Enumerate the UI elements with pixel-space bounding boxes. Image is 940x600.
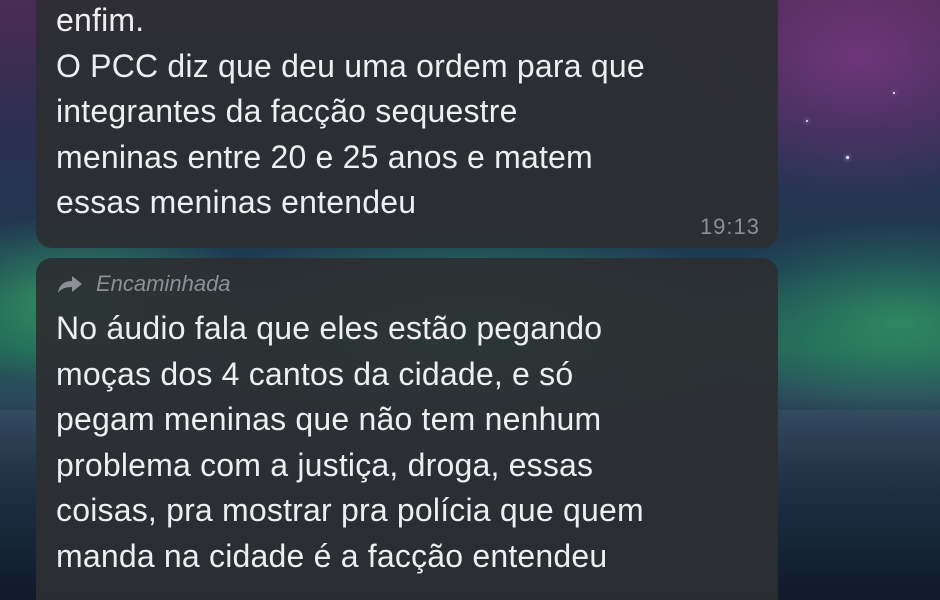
- message-line: O PCC diz que deu uma ordem para que: [56, 47, 645, 84]
- message-timestamp: 19:13: [699, 214, 760, 239]
- message-line: essas meninas entendeu: [56, 184, 417, 220]
- wallpaper-star: [806, 120, 808, 122]
- message-line: coisas, pra mostrar pra polícia que quem: [56, 492, 644, 528]
- message-bubble-incoming-forwarded[interactable]: Encaminhada No áudio fala que eles estão…: [36, 258, 778, 600]
- wallpaper-star: [846, 156, 849, 159]
- message-line: meninas entre 20 e 25 anos e matem: [56, 138, 593, 175]
- message-line: problema com a justiça, droga, essas: [56, 446, 594, 483]
- forwarded-header: Encaminhada: [56, 268, 756, 300]
- forward-arrow-icon: [56, 274, 84, 294]
- message-bubble-incoming[interactable]: enfim. O PCC diz que deu uma ordem para …: [36, 0, 778, 248]
- message-line: enfim.: [56, 2, 145, 38]
- message-line: moças dos 4 cantos da cidade, e só: [56, 355, 574, 392]
- message-line: integrantes da facção sequestre: [56, 93, 518, 129]
- forwarded-label: Encaminhada: [96, 271, 231, 296]
- message-line: pegam meninas que não tem nenhum: [56, 401, 602, 437]
- wallpaper-star: [893, 92, 895, 94]
- message-line: No áudio fala que eles estão pegando: [56, 310, 603, 346]
- message-text: enfim. O PCC diz que deu uma ordem para …: [56, 0, 756, 226]
- message-text: No áudio fala que eles estão pegando moç…: [56, 306, 756, 579]
- message-line: manda na cidade é a facção entendeu: [56, 537, 608, 574]
